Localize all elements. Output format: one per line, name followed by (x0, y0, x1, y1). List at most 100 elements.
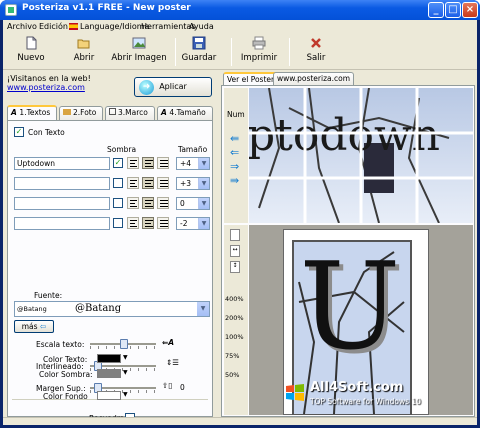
size-select[interactable]: +3 ▼ (176, 177, 210, 190)
imprimir-button[interactable]: Imprimir (239, 36, 279, 63)
arrow-left-small-icon[interactable]: ⇐ (230, 146, 239, 159)
guardar-button[interactable]: Guardar (181, 36, 217, 63)
promo-text: ¡Visitanos en la web! (7, 74, 91, 83)
salir-button[interactable]: Salir (301, 36, 331, 63)
window-title: Posteriza v1.1 FREE - New poster (22, 3, 191, 13)
align-center-icon[interactable] (142, 177, 154, 189)
align-right-icon[interactable] (157, 217, 169, 229)
font-select[interactable]: @Batang @Batang ▼ (14, 301, 210, 317)
color-texto-swatch[interactable] (97, 354, 121, 363)
shadow-checkbox[interactable] (113, 178, 123, 188)
fill-view-icon[interactable]: ↕ (230, 261, 240, 273)
mas-fonts-button[interactable]: más ⇦ (14, 320, 54, 333)
align-right-icon[interactable] (157, 197, 169, 209)
printer-icon (252, 36, 266, 50)
text-line-input[interactable] (14, 197, 110, 210)
abrir-button[interactable]: Abrir (69, 36, 99, 63)
app-window: Posteriza v1.1 FREE - New poster _ □ × A… (0, 0, 480, 428)
tab-website[interactable]: www.posteriza.com (273, 72, 355, 85)
exit-x-icon (309, 36, 323, 50)
client-area: Archivo Edición Language/Idioma Herramie… (3, 20, 477, 425)
escala-slider[interactable] (90, 339, 156, 349)
text-line-input[interactable]: Uptodown (14, 157, 110, 170)
align-left-icon[interactable] (127, 217, 139, 229)
chevron-down-icon[interactable]: ▼ (197, 302, 209, 316)
preview-panel: Ver el Poster www.posteriza.com Num ⇚ ⇐ … (221, 72, 475, 417)
zoom-level-option[interactable]: 100% (225, 333, 244, 341)
title-bar[interactable]: Posteriza v1.1 FREE - New poster _ □ × (0, 0, 480, 20)
color-texto-label: Color Texto: (43, 355, 88, 364)
tab-foto[interactable]: 2.Foto (59, 106, 103, 120)
font-preview: @Batang (75, 303, 122, 314)
aplicar-button[interactable]: ➜ Aplicar (134, 77, 212, 97)
color-sombra-label: Color Sombra: (39, 370, 93, 379)
tab-marco[interactable]: 3.Marco (105, 106, 155, 120)
menu-bar: Archivo Edición Language/Idioma Herramie… (3, 20, 477, 34)
align-center-icon[interactable] (142, 157, 154, 169)
size-select[interactable]: 0 ▼ (176, 197, 210, 210)
arrow-right-icon[interactable]: ⇛ (230, 174, 239, 187)
minimize-button[interactable]: _ (428, 2, 444, 18)
zoom-bar: ↔ ↕ 400% 200% 100% 75% 50% (224, 225, 248, 415)
size-select[interactable]: -2 ▼ (176, 217, 210, 230)
chevron-down-icon[interactable]: ▼ (123, 369, 128, 376)
shadow-checkbox[interactable] (113, 198, 123, 208)
tab-textos[interactable]: A 1.Textos (7, 105, 57, 120)
menu-archivo[interactable]: Archivo (7, 22, 37, 31)
tab-ver-poster[interactable]: Ver el Poster (223, 72, 279, 85)
text-line-input[interactable] (14, 177, 110, 190)
menu-herramientas[interactable]: Herramientas (141, 22, 196, 31)
watermark-tagline: TOP Software for Windows 10 (310, 397, 421, 406)
zoom-level-option[interactable]: 50% (225, 371, 239, 379)
tab-tamano[interactable]: A 4.Tamaño (157, 106, 213, 120)
zoom-level-option[interactable]: 200% (225, 314, 244, 322)
abrir-imagen-button[interactable]: Abrir Imagen (111, 36, 167, 63)
nuevo-button[interactable]: Nuevo (13, 36, 49, 63)
status-bar (3, 417, 477, 425)
align-right-icon[interactable] (157, 177, 169, 189)
open-folder-icon (77, 36, 91, 50)
tamano-header: Tamaño (178, 145, 208, 154)
chevron-down-icon[interactable]: ▼ (123, 354, 128, 361)
align-left-icon[interactable] (127, 197, 139, 209)
photo-icon (63, 109, 71, 115)
chevron-down-icon[interactable]: ▼ (198, 158, 209, 169)
zoom-level-option[interactable]: 400% (225, 295, 244, 303)
menu-language[interactable]: Language/Idioma (69, 22, 149, 31)
arrow-left-icon[interactable]: ⇚ (230, 132, 239, 145)
maximize-button[interactable]: □ (445, 2, 461, 18)
poster-thumbnail[interactable]: ptodown (249, 88, 473, 223)
shadow-checkbox[interactable]: ✓ (113, 158, 123, 168)
fit-view-icon[interactable]: ↔ (230, 245, 240, 257)
align-left-icon[interactable] (127, 157, 139, 169)
arrow-right-small-icon[interactable]: ⇒ (230, 160, 239, 173)
fuente-label: Fuente: (34, 291, 63, 300)
align-left-icon[interactable] (127, 177, 139, 189)
shadow-checkbox[interactable] (113, 218, 123, 228)
save-disk-icon (192, 36, 206, 50)
promo-link[interactable]: www.posteriza.com (7, 83, 85, 92)
watermark-brand: All4Soft.com (310, 380, 404, 395)
menu-ayuda[interactable]: Ayuda (189, 22, 214, 31)
align-right-icon[interactable] (157, 157, 169, 169)
toolbar-separator (289, 38, 290, 66)
con-texto-checkbox[interactable]: ✓ (14, 127, 24, 137)
align-center-icon[interactable] (142, 197, 154, 209)
close-window-button[interactable]: × (462, 2, 478, 18)
align-center-icon[interactable] (142, 217, 154, 229)
escala-label: Escala texto: (36, 340, 85, 349)
chevron-down-icon[interactable]: ▼ (198, 218, 209, 229)
color-sombra-swatch[interactable] (97, 369, 121, 378)
spain-flag-icon (69, 23, 78, 30)
preview-frame: Num ⇚ ⇐ ⇒ ⇛ ptodown ↔ ↕ 400% 200% 100% 7… (221, 85, 475, 417)
poster-text: ptodown (249, 110, 440, 161)
color-fondo-swatch[interactable] (97, 391, 121, 400)
page-view-icon[interactable] (230, 229, 240, 241)
size-select[interactable]: +4 ▼ (176, 157, 210, 170)
chevron-down-icon[interactable]: ▼ (198, 178, 209, 189)
chevron-down-icon[interactable]: ▼ (198, 198, 209, 209)
zoom-level-option[interactable]: 75% (225, 352, 239, 360)
text-line-input[interactable] (14, 217, 110, 230)
menu-edicion[interactable]: Edición (39, 22, 68, 31)
chevron-down-icon[interactable]: ▼ (123, 391, 128, 398)
